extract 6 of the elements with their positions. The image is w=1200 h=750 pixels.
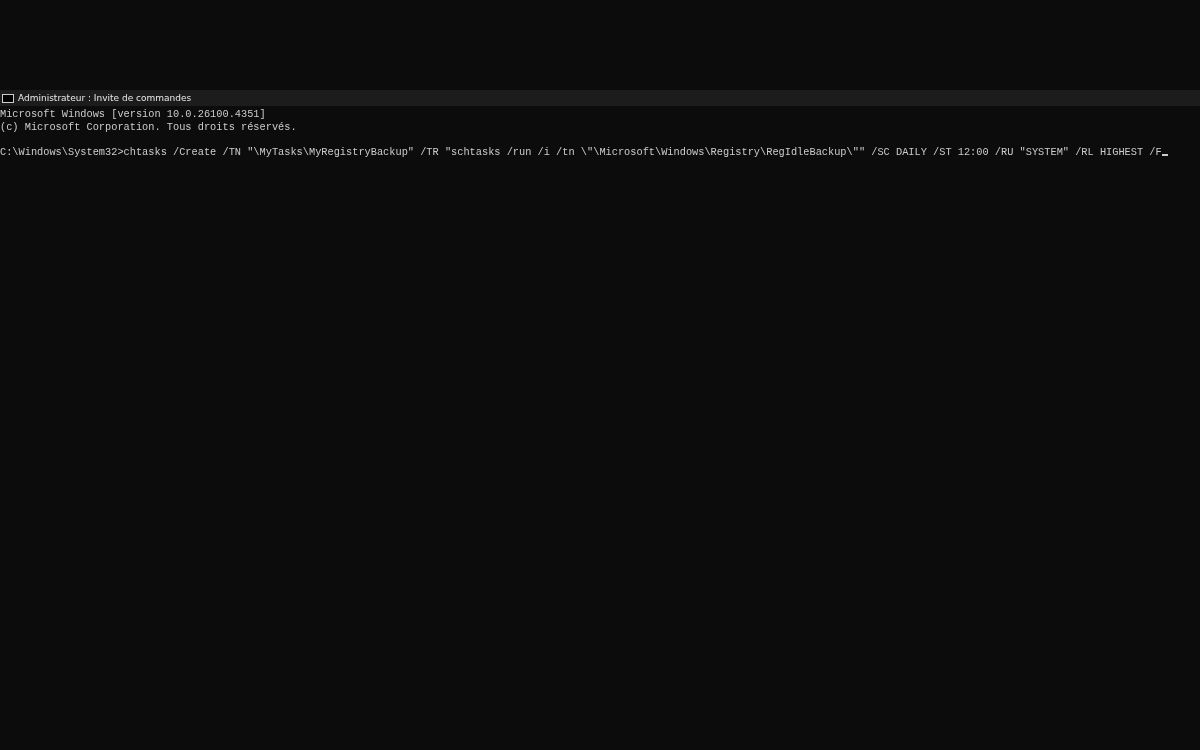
console-output-line: (c) Microsoft Corporation. Tous droits réservés. — [0, 120, 297, 133]
command-line: C:\Windows\System32>chtasks /Create /TN "\MyTasks\MyRegistryBackup" /TR "schtasks /run /i /tn \"\Microsoft\Windows\Registry\RegIdleBackup\"" /SC DAILY /ST 12:00 /RU "SYSTEM" /RL HIGHEST /F — [0, 145, 1162, 158]
window-title: Administrateur : Invite de commandes — [18, 93, 192, 103]
terminal-icon — [2, 93, 14, 103]
console-output-line: Microsoft Windows [version 10.0.26100.4351] — [0, 108, 266, 121]
text-cursor — [1161, 154, 1168, 156]
